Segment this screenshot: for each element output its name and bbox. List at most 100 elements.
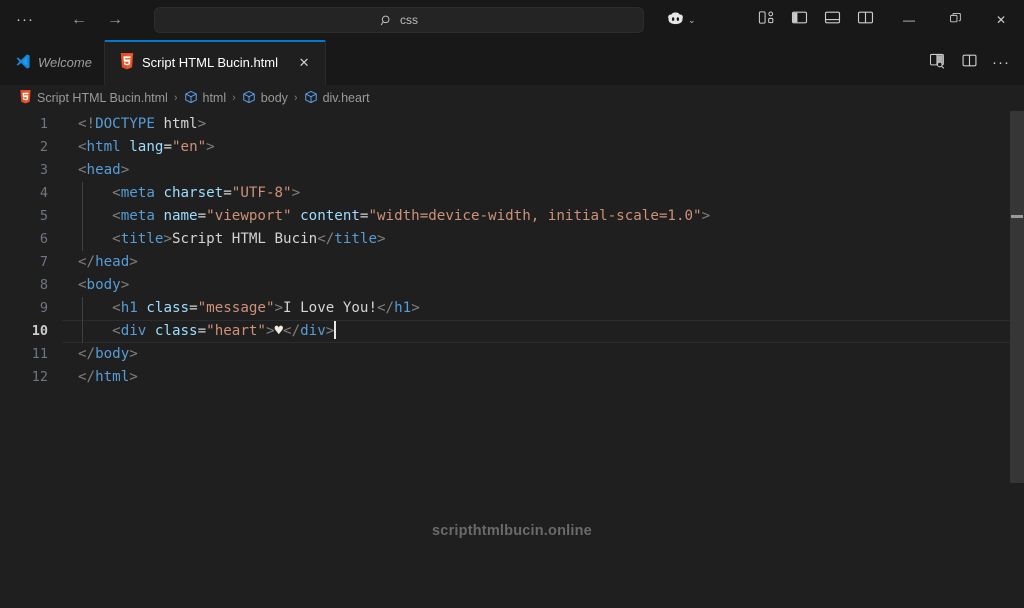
- toggle-panel-button[interactable]: [817, 6, 847, 34]
- main-menu-button[interactable]: ···: [8, 6, 42, 34]
- window-close-button[interactable]: ✕: [978, 0, 1024, 40]
- token-punct: <: [78, 162, 87, 178]
- token-punct: >: [411, 300, 420, 316]
- customize-layout-button[interactable]: [751, 6, 781, 34]
- token-attr: class: [154, 323, 198, 339]
- code-line[interactable]: 7 </head>: [0, 251, 1024, 274]
- toggle-primary-sidebar-icon: [791, 9, 808, 31]
- navigate-forward-button[interactable]: →: [98, 6, 132, 34]
- tab-script-html-bucin[interactable]: Script HTML Bucin.html ✕: [104, 40, 327, 85]
- editor-watermark: scripthtmlbucin.online: [432, 523, 592, 539]
- token-attr: lang: [129, 139, 164, 155]
- title-bar-right-controls: — ✕: [751, 0, 1024, 40]
- code-line[interactable]: 10 <div class="heart">♥</div>: [0, 320, 1024, 343]
- tab-label: Script HTML Bucin.html: [141, 55, 279, 70]
- minimize-icon: —: [903, 13, 915, 27]
- close-icon: ✕: [995, 13, 1007, 27]
- token-str: "UTF-8": [231, 185, 292, 201]
- token-eq: =: [197, 323, 207, 339]
- code-line[interactable]: 5 <meta name="viewport" content="width=d…: [0, 205, 1024, 228]
- line-number: 1: [39, 116, 48, 132]
- code-line[interactable]: 1 <!DOCTYPE html>: [0, 113, 1024, 136]
- token-punct: >: [206, 139, 215, 155]
- window-minimize-button[interactable]: —: [886, 0, 932, 40]
- token-punct: >: [291, 185, 301, 201]
- token-punct: <: [112, 208, 121, 224]
- token-punct: >: [274, 300, 284, 316]
- token-punct: >: [325, 323, 335, 339]
- token-attr: class: [146, 300, 190, 316]
- scrollbar-thumb[interactable]: [1010, 111, 1024, 483]
- editor-tab-bar: Welcome Script HTML Bucin.html ✕ ···: [0, 40, 1024, 85]
- symbol-cube-icon: [242, 90, 256, 107]
- split-editor-right-button[interactable]: [954, 49, 984, 77]
- chevron-down-icon: ⌄: [688, 14, 696, 25]
- symbol-cube-icon: [304, 90, 318, 107]
- symbol-cube-icon: [184, 90, 198, 107]
- copilot-icon: [666, 10, 685, 31]
- code-line[interactable]: 6 <title>Script HTML Bucin</title>: [0, 228, 1024, 251]
- split-editor-search-button[interactable]: [922, 49, 952, 77]
- search-input-value: css: [400, 13, 418, 27]
- editor-vertical-scrollbar[interactable]: [1010, 111, 1024, 608]
- tab-label: Welcome: [38, 55, 92, 70]
- arrow-right-icon: →: [107, 11, 123, 28]
- toggle-secondary-sidebar-button[interactable]: [850, 6, 880, 34]
- breadcrumb-item-div-heart[interactable]: div.heart: [304, 90, 370, 107]
- token-eq: =: [223, 185, 232, 201]
- line-content: <body>: [50, 274, 129, 297]
- token-punct: >: [129, 254, 138, 270]
- line-number: 3: [39, 162, 48, 178]
- code-line[interactable]: 3 <head>: [0, 159, 1024, 182]
- line-number: 10: [31, 323, 48, 339]
- toggle-primary-sidebar-button[interactable]: [784, 6, 814, 34]
- token-tag: div: [120, 323, 147, 339]
- token-tag: title: [120, 231, 164, 247]
- token-punct: <: [112, 185, 121, 201]
- layout-toggle-group: [751, 6, 880, 34]
- token-doctype: DOCTYPE: [95, 116, 155, 132]
- token-str: "width=device-width, initial-scale=1.0": [368, 208, 702, 224]
- token-punct: <: [112, 231, 121, 247]
- toggle-secondary-sidebar-icon: [857, 9, 874, 31]
- code-line[interactable]: 9 <h1 class="message">I Love You!</h1>: [0, 297, 1024, 320]
- tab-close-button[interactable]: ✕: [295, 54, 313, 72]
- editor-more-actions-button[interactable]: ···: [986, 49, 1016, 77]
- code-line[interactable]: 11 </body>: [0, 343, 1024, 366]
- token-punct: <: [112, 323, 121, 339]
- token-punct: >: [701, 208, 711, 224]
- breadcrumb-label: html: [202, 91, 227, 105]
- code-editor[interactable]: 1 <!DOCTYPE html> 2 <html lang="en"> 3 <head>…: [0, 111, 1024, 608]
- html5-file-icon: [119, 52, 135, 73]
- line-number: 4: [39, 185, 48, 201]
- code-line[interactable]: 12 </html>: [0, 366, 1024, 389]
- token-punct: </: [377, 300, 395, 316]
- token-punct: <: [78, 139, 87, 155]
- line-number: 11: [31, 346, 48, 362]
- token-punct: </: [317, 231, 335, 247]
- tab-welcome[interactable]: Welcome: [0, 40, 105, 85]
- code-line[interactable]: 8 <body>: [0, 274, 1024, 297]
- copilot-menu-button[interactable]: ⌄: [666, 10, 696, 31]
- code-line[interactable]: 4 <meta charset="UTF-8">: [0, 182, 1024, 205]
- navigate-back-button[interactable]: ←: [62, 6, 96, 34]
- line-content: <html lang="en">: [50, 136, 215, 159]
- code-line[interactable]: 2 <html lang="en">: [0, 136, 1024, 159]
- token-tag: html: [95, 369, 130, 385]
- vscode-logo-icon: [14, 53, 31, 73]
- title-bar: ··· ← → css ⌄ — ✕: [0, 0, 1024, 40]
- token-str: "en": [171, 139, 207, 155]
- breadcrumb-item-html[interactable]: html: [184, 90, 227, 107]
- line-number: 9: [39, 300, 48, 316]
- token-tag: meta: [120, 185, 155, 201]
- editor-actions: ···: [922, 40, 1024, 85]
- token-tag: html: [86, 139, 121, 155]
- command-center-search[interactable]: css: [154, 7, 644, 33]
- breadcrumb-item-file[interactable]: Script HTML Bucin.html: [19, 89, 168, 107]
- breadcrumb-item-body[interactable]: body: [242, 90, 288, 107]
- toggle-panel-icon: [824, 9, 841, 31]
- line-number: 7: [39, 254, 48, 270]
- window-restore-button[interactable]: [932, 0, 978, 40]
